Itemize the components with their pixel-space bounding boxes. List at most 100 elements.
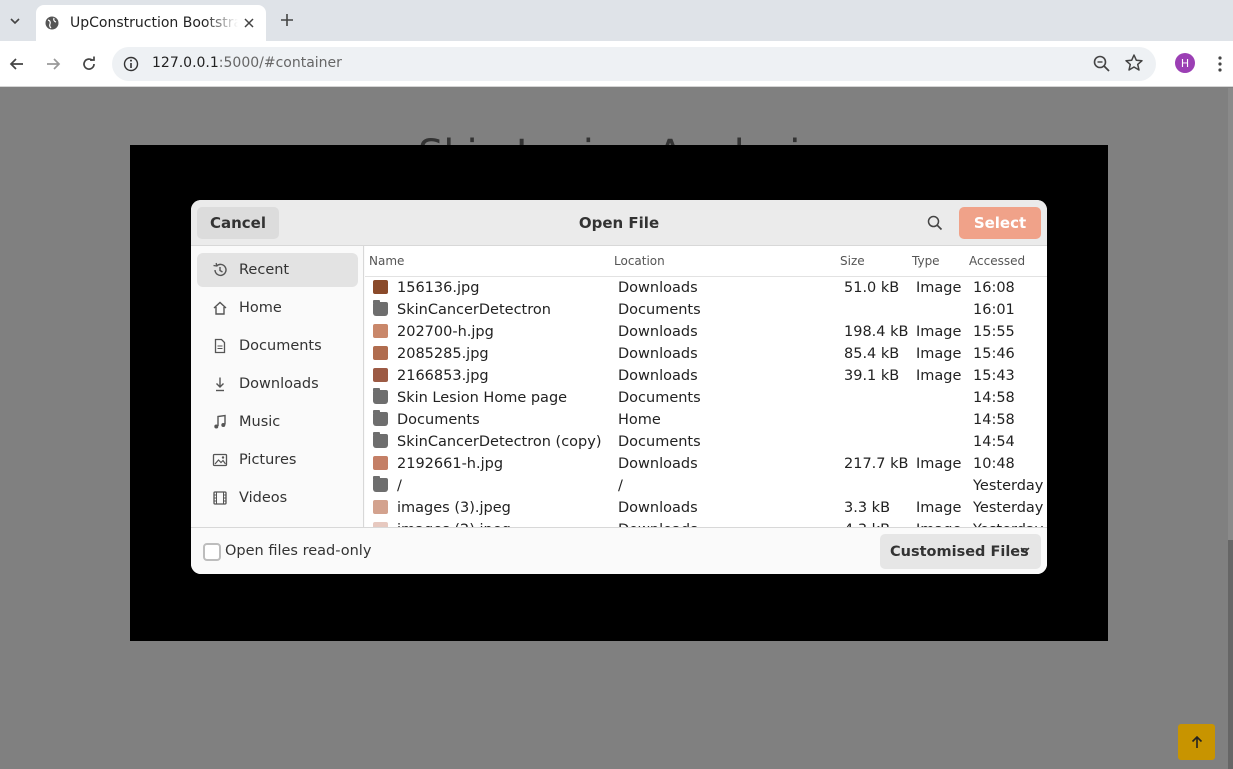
file-type: Image <box>916 368 962 384</box>
select-button[interactable]: Select <box>959 207 1041 239</box>
file-location: / <box>618 478 623 494</box>
file-row[interactable]: 2085285.jpg Downloads 85.4 kB Image 15:46 <box>365 344 1047 366</box>
reload-icon[interactable] <box>77 52 101 76</box>
column-header-type[interactable]: Type <box>912 254 940 268</box>
column-header-size[interactable]: Size <box>840 254 865 268</box>
sidebar-item-pictures[interactable]: Pictures <box>197 443 358 477</box>
dialog-footer: Open files read-only Customised Files <box>191 527 1047 574</box>
file-row[interactable]: images (3).jpeg Downloads 3.3 kB Image Yeste… <box>365 498 1047 520</box>
file-filter-dropdown[interactable]: Customised Files <box>880 534 1041 569</box>
globe-icon <box>44 15 60 31</box>
file-name: Skin Lesion Home page <box>397 390 568 406</box>
file-name: SkinCancerDetectron <box>397 302 551 318</box>
file-row[interactable]: 202700-h.jpg Downloads 198.4 kB Image 15:55 <box>365 322 1047 344</box>
file-location: Documents <box>618 302 701 318</box>
search-icon[interactable] <box>925 213 945 233</box>
site-info-icon[interactable] <box>122 55 140 73</box>
browser-tab[interactable]: UpConstruction Bootstrap Template <box>36 5 266 41</box>
file-location: Downloads <box>618 346 698 362</box>
file-list-header: Name Location Size Type Accessed <box>365 246 1047 277</box>
file-row[interactable]: images (2).jpegDownloads4.3 kBImageYeste… <box>365 520 1047 527</box>
file-type: Image <box>916 500 962 516</box>
sidebar-item-music[interactable]: Music <box>197 405 358 439</box>
browser-toolbar: 127.0.0.1:5000/#container H <box>0 41 1233 87</box>
back-arrow-icon[interactable] <box>5 52 29 76</box>
folder-icon <box>373 300 388 316</box>
file-accessed: 16:01 <box>973 302 1015 318</box>
file-location: Documents <box>618 390 701 406</box>
tab-search-chevron-icon[interactable] <box>2 8 28 34</box>
places-sidebar: Recent Home Documents Downloads Music Pi… <box>191 246 364 527</box>
scrollbar-thumb[interactable] <box>1228 540 1233 769</box>
image-thumbnail-icon <box>373 456 388 470</box>
file-accessed: 14:58 <box>973 412 1015 428</box>
file-location: Downloads <box>618 280 698 296</box>
sidebar-item-label: Pictures <box>239 452 297 468</box>
file-list[interactable]: Name Location Size Type Accessed 156136.… <box>365 246 1047 527</box>
sidebar-item-label: Videos <box>239 490 288 506</box>
file-location: Documents <box>618 434 701 450</box>
bookmark-star-icon[interactable] <box>1124 53 1144 77</box>
video-icon <box>211 489 229 507</box>
file-row[interactable]: 156136.jpg Downloads 51.0 kB Image 16:08 <box>365 278 1047 300</box>
folder-icon <box>373 388 388 404</box>
file-row[interactable]: Documents Home 14:58 <box>365 410 1047 432</box>
file-row[interactable]: 2192661-h.jpg Downloads 217.7 kB Image 10:48 <box>365 454 1047 476</box>
read-only-checkbox[interactable] <box>203 543 221 561</box>
sidebar-item-label: Recent <box>239 262 290 278</box>
file-name: Documents <box>397 412 480 428</box>
file-row[interactable]: / / Yesterday <box>365 476 1047 498</box>
file-type: Image <box>916 324 962 340</box>
file-name: 156136.jpg <box>397 280 480 296</box>
file-row[interactable]: SkinCancerDetectron (copy) Documents 14:54 <box>365 432 1047 454</box>
folder-icon <box>373 410 388 426</box>
file-accessed: 14:54 <box>973 434 1015 450</box>
image-thumbnail-icon <box>373 280 388 294</box>
sidebar-item-videos[interactable]: Videos <box>197 481 358 515</box>
sidebar-item-downloads[interactable]: Downloads <box>197 367 358 401</box>
profile-avatar[interactable]: H <box>1175 53 1195 73</box>
file-size: 39.1 kB <box>844 368 900 384</box>
file-row[interactable]: Skin Lesion Home page Documents 14:58 <box>365 388 1047 410</box>
file-name: / <box>397 478 402 494</box>
file-name: SkinCancerDetectron (copy) <box>397 434 602 450</box>
image-thumbnail-icon <box>373 368 388 382</box>
column-header-accessed[interactable]: Accessed <box>969 254 1025 268</box>
new-tab-icon[interactable] <box>276 9 298 31</box>
address-bar[interactable]: 127.0.0.1:5000/#container <box>112 47 1156 81</box>
picture-icon <box>211 451 229 469</box>
image-thumbnail-icon <box>373 346 388 360</box>
file-type: Image <box>916 456 962 472</box>
download-icon <box>211 375 229 393</box>
tab-title: UpConstruction Bootstrap Template <box>70 15 238 31</box>
file-filter-label: Customised Files <box>890 543 1029 560</box>
sidebar-item-label: Home <box>239 300 282 316</box>
column-header-location[interactable]: Location <box>614 254 665 268</box>
close-tab-icon[interactable] <box>240 14 258 32</box>
document-icon <box>211 337 229 355</box>
file-name: images (3).jpeg <box>397 500 511 516</box>
read-only-label: Open files read-only <box>225 543 372 559</box>
zoom-icon[interactable] <box>1092 54 1112 78</box>
image-thumbnail-icon <box>373 324 388 338</box>
sidebar-item-label: Documents <box>239 338 322 354</box>
sidebar-item-documents[interactable]: Documents <box>197 329 358 363</box>
forward-arrow-icon[interactable] <box>41 52 65 76</box>
file-location: Downloads <box>618 368 698 384</box>
file-accessed: 16:08 <box>973 280 1015 296</box>
file-location: Downloads <box>618 456 698 472</box>
sidebar-item-recent[interactable]: Recent <box>197 253 358 287</box>
file-row[interactable]: 2166853.jpg Downloads 39.1 kB Image 15:43 <box>365 366 1047 388</box>
file-row[interactable]: SkinCancerDetectron Documents 16:01 <box>365 300 1047 322</box>
dialog-title: Open File <box>578 214 660 232</box>
column-header-name[interactable]: Name <box>369 254 404 268</box>
file-size: 85.4 kB <box>844 346 900 362</box>
folder-icon <box>373 432 388 448</box>
back-to-top-button[interactable] <box>1178 724 1215 760</box>
file-location: Downloads <box>618 500 698 516</box>
kebab-menu-icon[interactable] <box>1210 52 1230 76</box>
sidebar-item-home[interactable]: Home <box>197 291 358 325</box>
cancel-button[interactable]: Cancel <box>197 207 279 239</box>
file-location: Home <box>618 412 661 428</box>
page-scrollbar[interactable] <box>1228 88 1233 769</box>
